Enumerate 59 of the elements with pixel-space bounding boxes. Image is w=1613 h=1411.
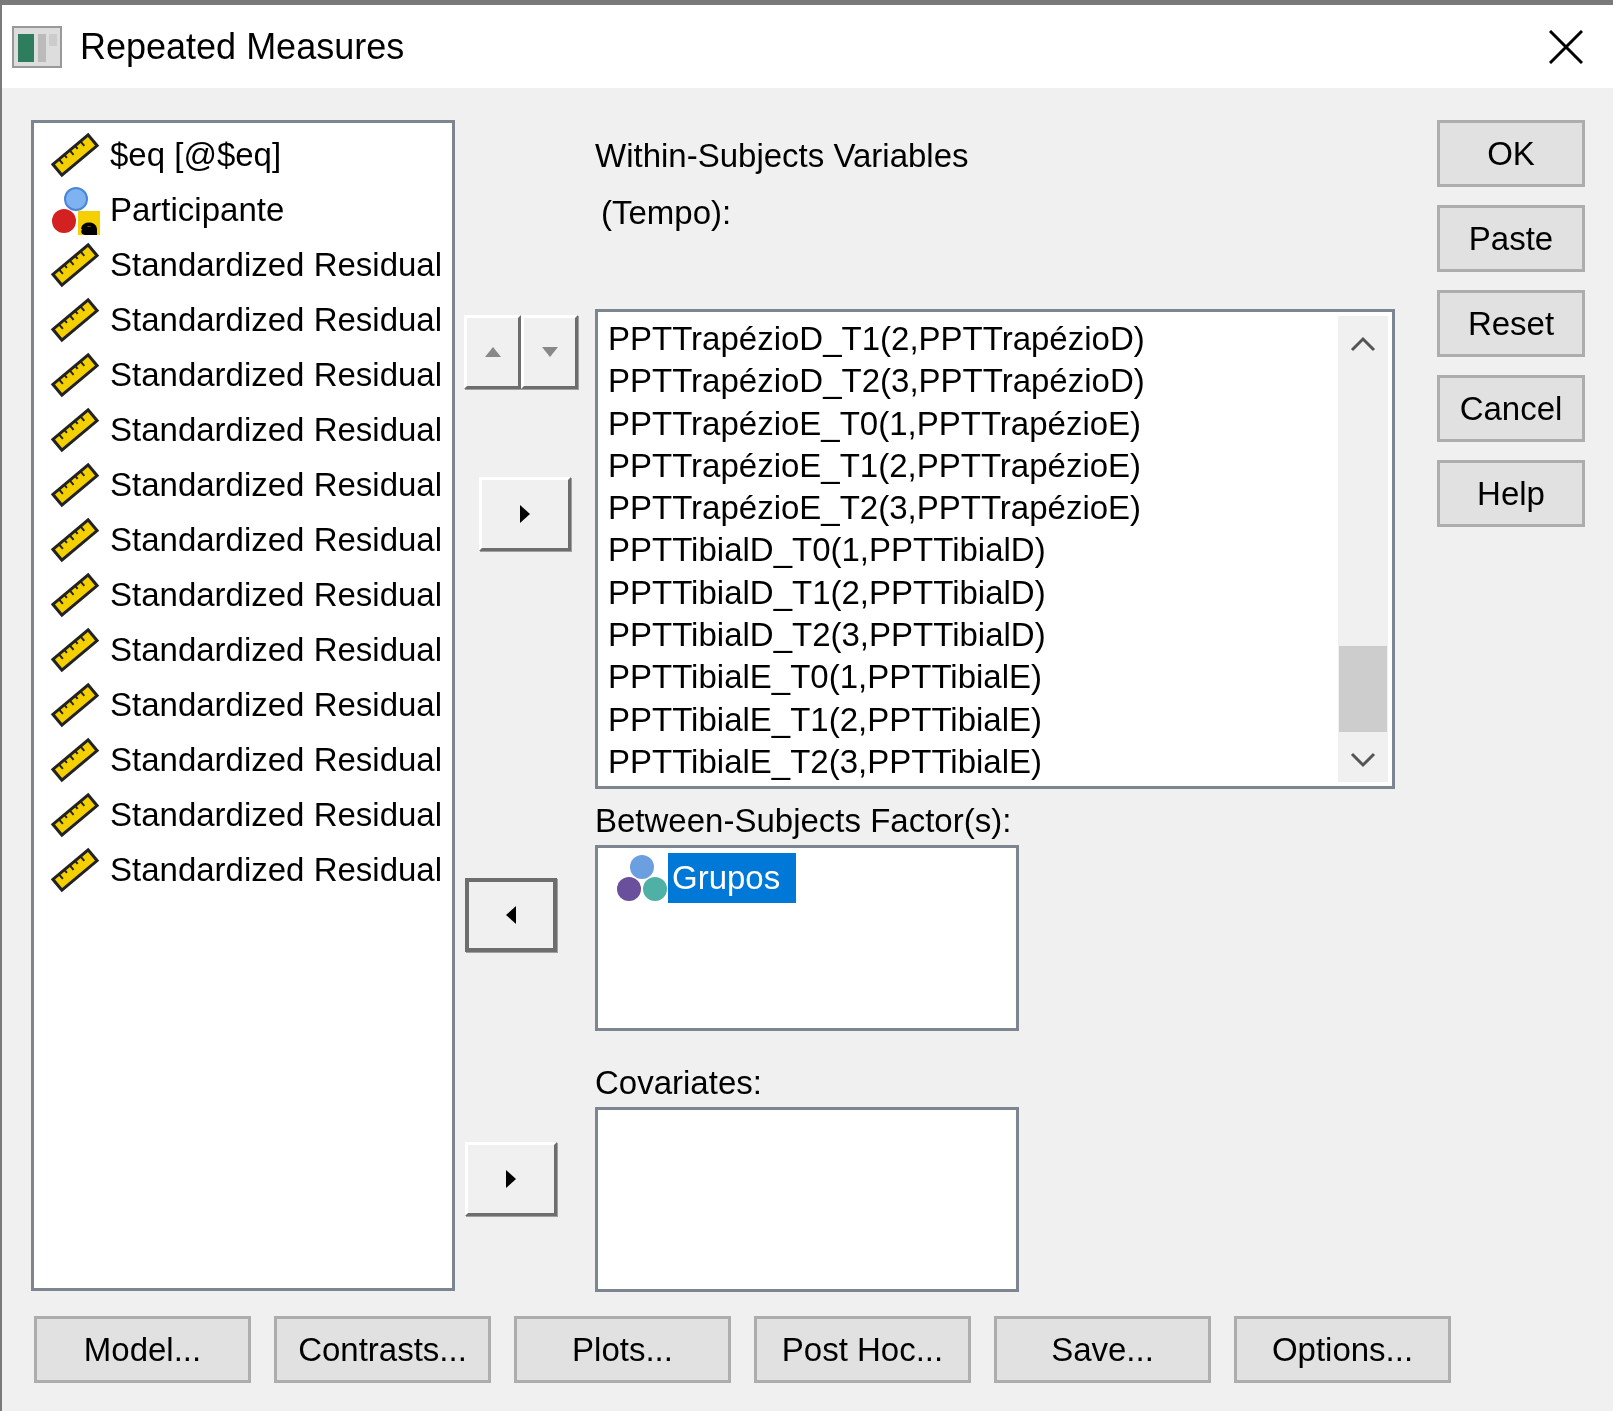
variable-item[interactable]: Standardized Residual — [110, 569, 443, 620]
variable-item[interactable]: Standardized Residual — [110, 349, 443, 400]
variable-item[interactable]: Participante — [110, 184, 285, 235]
variable-item[interactable]: Standardized Residual — [110, 294, 443, 345]
dialog-button[interactable]: Plots... — [514, 1316, 731, 1383]
dialog-button[interactable]: Paste — [1437, 205, 1585, 272]
dialog-button[interactable]: Save... — [994, 1316, 1211, 1383]
list-item[interactable]: PPTTrapézioD_T2(3,PPTTrapézioD) — [608, 360, 1338, 403]
move-up-button[interactable] — [464, 315, 521, 389]
list-item[interactable]: PPTTibialE_T0(1,PPTTibialE) — [608, 656, 1338, 699]
within-subjects-list[interactable] — [595, 309, 1395, 789]
list-item[interactable]: PPTTibialD_T2(3,PPTTibialD) — [608, 614, 1338, 657]
list-item[interactable]: PPTTrapézioD_T1(2,PPTTrapézioD) — [608, 318, 1338, 361]
move-right-button[interactable] — [479, 477, 571, 551]
list-item[interactable]: PPTTibialD_T0(1,PPTTibialD) — [608, 529, 1338, 572]
list-item[interactable]: PPTTibialE_T2(3,PPTTibialE) — [608, 740, 1338, 784]
scrollbar[interactable] — [1338, 316, 1388, 782]
variable-item[interactable]: Standardized Residual — [110, 239, 443, 290]
dialog-button[interactable]: Post Hoc... — [754, 1316, 971, 1383]
variable-item[interactable]: Standardized Residual — [110, 404, 443, 455]
nominal-icon — [50, 184, 100, 235]
move-right-button[interactable] — [465, 1142, 557, 1216]
list-item[interactable]: PPTTibialE_T1(2,PPTTibialE) — [608, 698, 1338, 741]
list-item[interactable]: PPTTrapézioE_T2(3,PPTTrapézioE) — [608, 487, 1338, 530]
dialog-button[interactable]: Contrasts... — [274, 1316, 491, 1383]
move-left-button[interactable] — [465, 878, 557, 952]
scroll-thumb[interactable] — [1339, 646, 1387, 732]
section-label: Within-Subjects Variables — [595, 135, 970, 176]
chevron-down-icon — [1350, 752, 1376, 768]
factor-label: (Tempo): — [600, 192, 733, 233]
section-label: Covariates: — [595, 1062, 763, 1103]
window-icon — [12, 25, 62, 68]
dialog-button[interactable]: Cancel — [1437, 375, 1585, 442]
list-item[interactable]: Grupos — [668, 853, 797, 903]
between-subjects-list[interactable]: Grupos — [595, 845, 1019, 1031]
variable-item[interactable]: Standardized Residual — [110, 844, 443, 895]
variable-item[interactable]: Standardized Residual — [110, 679, 443, 730]
variable-item[interactable]: $eq [@$eq] — [110, 129, 282, 180]
window-title: Repeated Measures — [80, 24, 405, 69]
dialog-button[interactable]: Options... — [1234, 1316, 1451, 1383]
covariates-list[interactable] — [595, 1107, 1019, 1292]
variable-item[interactable]: Standardized Residual — [110, 459, 443, 510]
group-icon — [616, 853, 668, 903]
variable-item[interactable]: Standardized Residual — [110, 734, 443, 785]
dialog-button[interactable]: OK — [1437, 120, 1585, 187]
chevron-up-icon — [1350, 336, 1376, 352]
variable-item[interactable]: Standardized Residual — [110, 514, 443, 565]
dialog-button[interactable]: Reset — [1437, 290, 1585, 357]
dialog-button[interactable]: Model... — [34, 1316, 251, 1383]
dialog-button[interactable]: Help — [1437, 460, 1585, 527]
list-item[interactable]: PPTTrapézioE_T1(2,PPTTrapézioE) — [608, 444, 1338, 488]
list-item[interactable]: PPTTrapézioE_T0(1,PPTTrapézioE) — [608, 402, 1338, 445]
move-down-button[interactable] — [521, 315, 578, 389]
variable-item[interactable]: Standardized Residual — [110, 624, 443, 675]
list-item[interactable]: PPTTibialD_T1(2,PPTTibialD) — [608, 571, 1338, 615]
variable-list[interactable] — [31, 120, 455, 1291]
close-icon[interactable] — [1549, 29, 1583, 64]
section-label: Between-Subjects Factor(s): — [595, 800, 1013, 841]
variable-item[interactable]: Standardized Residual — [110, 789, 443, 840]
